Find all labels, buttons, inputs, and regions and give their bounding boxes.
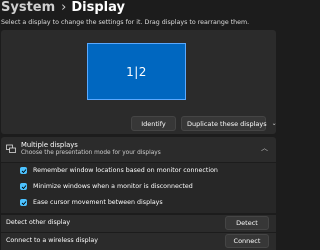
option-label: Ease cursor movement between displays bbox=[33, 199, 163, 206]
detect-display-label: Detect other display bbox=[6, 219, 71, 226]
wireless-display-label: Connect to a wireless display bbox=[6, 237, 98, 244]
breadcrumb-system[interactable]: System bbox=[1, 0, 55, 15]
chevron-up-icon[interactable]: ︿ bbox=[261, 143, 268, 153]
option-ease-cursor-movement[interactable]: Ease cursor movement between displays bbox=[20, 199, 163, 206]
monitor-label: 1|2 bbox=[126, 64, 147, 79]
breadcrumb: System › Display bbox=[1, 0, 125, 18]
arrangement-instructions: Select a display to change the settings … bbox=[1, 19, 250, 26]
identify-button[interactable]: Identify bbox=[131, 116, 176, 131]
checkbox-checked-icon[interactable] bbox=[20, 167, 27, 174]
page-title: Display bbox=[71, 0, 125, 15]
multiple-displays-header[interactable]: Multiple displays Choose the presentatio… bbox=[1, 137, 276, 162]
multiple-displays-title: Multiple displays bbox=[21, 141, 78, 149]
checkbox-checked-icon[interactable] bbox=[20, 199, 27, 206]
chevron-down-icon: ⌄ bbox=[271, 120, 277, 127]
option-label: Minimize windows when a monitor is disco… bbox=[33, 183, 193, 190]
connect-button[interactable]: Connect bbox=[225, 234, 269, 248]
display-arrangement-panel: 1|2 Identify Duplicate these displays ⌄ bbox=[1, 30, 277, 134]
monitor-tile[interactable]: 1|2 bbox=[87, 43, 186, 100]
detect-button[interactable]: Detect bbox=[225, 216, 269, 230]
option-minimize-windows[interactable]: Minimize windows when a monitor is disco… bbox=[20, 183, 193, 190]
multiple-displays-icon bbox=[6, 144, 16, 153]
multiple-displays-options: Remember window locations based on monit… bbox=[1, 163, 276, 213]
display-settings-page: System › Display Select a display to cha… bbox=[0, 0, 279, 250]
breadcrumb-separator-icon: › bbox=[61, 0, 67, 15]
detect-display-row: Detect other display Detect bbox=[1, 215, 276, 232]
display-mode-value: Duplicate these displays bbox=[187, 119, 267, 128]
checkbox-checked-icon[interactable] bbox=[20, 183, 27, 190]
wireless-display-row: Connect to a wireless display Connect bbox=[1, 233, 276, 250]
multiple-displays-subtitle: Choose the presentation mode for your di… bbox=[21, 150, 161, 156]
option-label: Remember window locations based on monit… bbox=[33, 167, 218, 174]
display-mode-select[interactable]: Duplicate these displays ⌄ bbox=[181, 116, 277, 131]
option-remember-window-locations[interactable]: Remember window locations based on monit… bbox=[20, 167, 218, 174]
